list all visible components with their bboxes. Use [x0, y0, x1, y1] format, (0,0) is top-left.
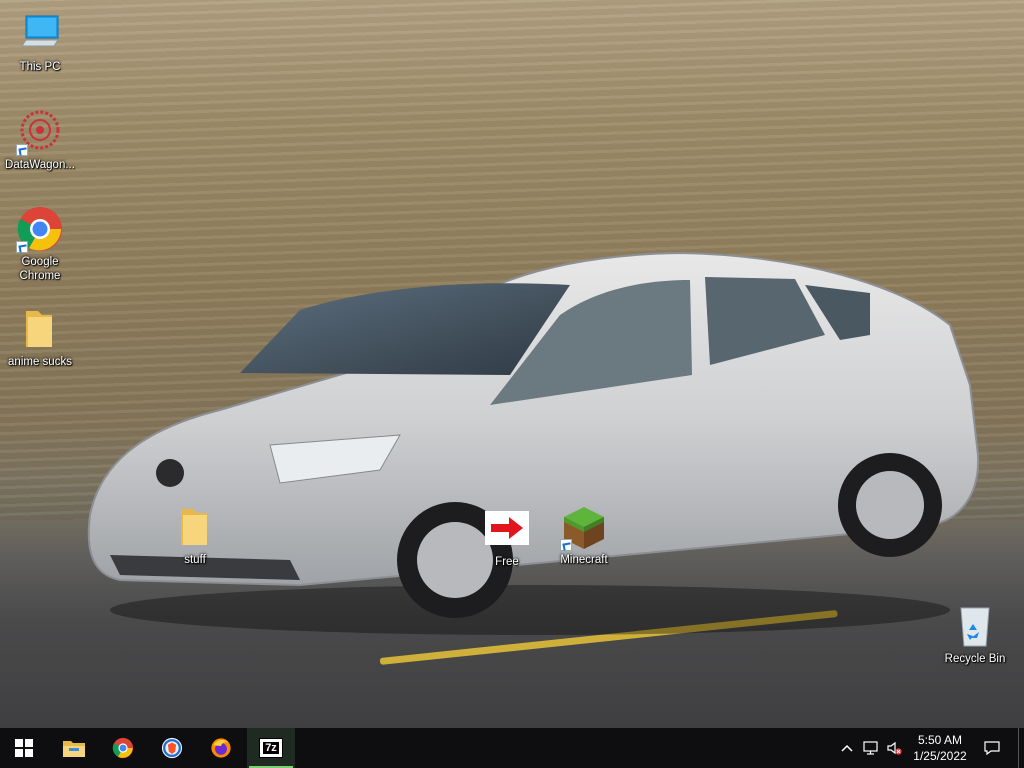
shortcut-arrow-icon	[16, 144, 28, 156]
taskbar-file-explorer[interactable]	[50, 728, 98, 768]
shortcut-arrow-icon	[16, 241, 28, 253]
desktop-icon-recycle-bin[interactable]: Recycle Bin	[935, 602, 1015, 666]
desktop-icon-label: Recycle Bin	[944, 653, 1006, 665]
chrome-icon	[16, 205, 64, 253]
desktop-icon-label: DataWagon...	[5, 159, 75, 171]
notification-icon	[984, 741, 1000, 756]
7zip-icon: 7z	[259, 738, 283, 758]
desktop-icon-google-chrome[interactable]: Google Chrome	[0, 205, 80, 283]
clock-time: 5:50 AM	[917, 733, 963, 747]
shortcut-arrow-icon	[560, 539, 572, 551]
volume-button[interactable]	[884, 728, 906, 768]
network-icon	[863, 741, 878, 755]
desktop-icon-label: Free	[495, 556, 519, 568]
file-explorer-icon	[63, 741, 85, 757]
chrome-icon	[112, 737, 134, 759]
start-button[interactable]	[0, 728, 48, 768]
desktop-icon-this-pc[interactable]: This PC	[0, 10, 80, 74]
clock-date: 1/25/2022	[913, 749, 967, 763]
action-center-button[interactable]	[980, 728, 1004, 768]
taskbar-firefox[interactable]	[197, 728, 245, 768]
7zip-icon-text: 7z	[263, 742, 279, 754]
desktop[interactable]: This PC DataWagon... Google Chrome anime…	[0, 0, 1024, 728]
taskbar-google-chrome[interactable]	[99, 728, 147, 768]
desktop-icon-label: Minecraft	[560, 554, 608, 566]
desktop-icon-label: anime sucks	[8, 356, 72, 368]
taskbar-brave-browser[interactable]	[148, 728, 196, 768]
desktop-icon-anime-sucks[interactable]: anime sucks	[0, 305, 80, 369]
folder-icon	[16, 305, 64, 353]
this-pc-icon	[16, 10, 64, 58]
show-desktop-button[interactable]	[1018, 728, 1024, 768]
network-status-button[interactable]	[860, 728, 882, 768]
desktop-icon-label: This PC	[19, 61, 61, 73]
red-arrow-icon	[483, 505, 531, 553]
desktop-icon-label: Google Chrome	[19, 256, 61, 282]
desktop-icon-label: stuff	[184, 554, 206, 566]
desktop-icon-free[interactable]: Free	[467, 505, 547, 569]
volume-muted-icon	[887, 741, 902, 755]
folder-icon	[171, 503, 219, 551]
datawagon-icon	[16, 108, 64, 156]
desktop-icon-minecraft[interactable]: Minecraft	[544, 503, 624, 567]
taskbar-7zip[interactable]: 7z	[247, 728, 295, 768]
recycle-bin-icon	[951, 602, 999, 650]
brave-icon	[161, 737, 183, 759]
taskbar-clock[interactable]: 5:50 AM 1/25/2022	[906, 732, 974, 764]
wallpaper-car	[87, 251, 980, 635]
chevron-up-icon	[841, 744, 853, 752]
show-hidden-icons-button[interactable]	[838, 728, 856, 768]
firefox-icon	[211, 738, 231, 758]
desktop-icon-stuff[interactable]: stuff	[155, 503, 235, 567]
minecraft-grass-block-icon	[560, 503, 608, 551]
taskbar: 7z 5:50 AM 1/25/2022	[0, 728, 1024, 768]
windows-logo-icon	[15, 739, 33, 757]
desktop-icon-datawagon[interactable]: DataWagon...	[0, 108, 80, 172]
